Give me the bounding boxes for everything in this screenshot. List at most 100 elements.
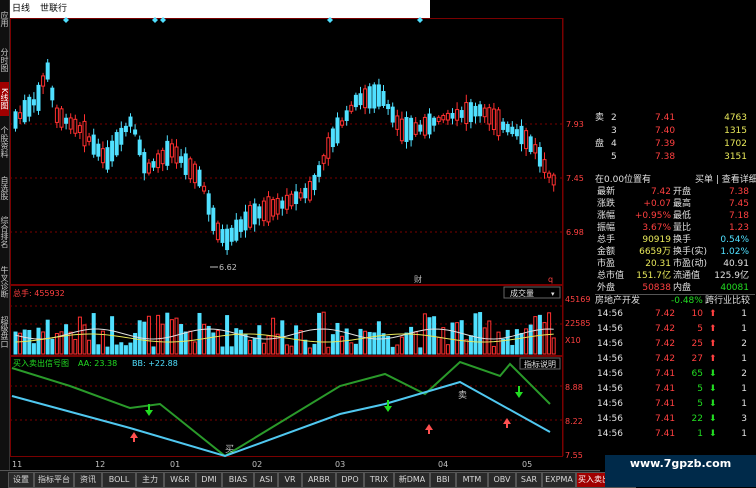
orderbook-volume: 3151 [724, 152, 747, 162]
buy-arrow [130, 432, 138, 438]
tick-count: 1 [741, 429, 747, 439]
volume-dropdown[interactable]: 成交量 ▾ [503, 286, 561, 299]
volume-bar [386, 335, 391, 355]
candlestick-series [13, 59, 556, 255]
tick-row: 14:56 7.42 10 ⬆ 1 [593, 308, 753, 321]
candle-body [174, 146, 179, 164]
indicator-tab[interactable]: DPO [336, 472, 364, 488]
indicator-tab[interactable]: ARBR [302, 472, 336, 488]
indicator-tab[interactable]: SAR [516, 472, 542, 488]
volume-bar [45, 319, 50, 355]
volume-bar [473, 313, 478, 355]
candle-body [533, 144, 538, 154]
candle-body [50, 87, 55, 101]
indicator-tab[interactable]: OBV [488, 472, 516, 488]
candle-body [234, 219, 239, 241]
tick-volume: 65 [691, 369, 703, 379]
indicator-tab[interactable]: W&R [164, 472, 196, 488]
volume-bar [215, 330, 220, 355]
nav-stock-info[interactable]: 个股资料 [0, 118, 9, 166]
industry-row: 房地产开发 -0.48% 跨行业比较 [595, 294, 755, 308]
nav-diagnosis[interactable]: 牛叉诊断 [0, 258, 9, 306]
orderbook-row[interactable]: 4 7.39 1702 [593, 138, 753, 151]
orderbook-volume: 1315 [724, 126, 747, 136]
x-tick: 04 [438, 460, 448, 469]
volume-bar [335, 322, 340, 355]
volume-bar [211, 332, 216, 355]
candle-body [165, 140, 170, 166]
financial-marker[interactable]: 财 [414, 274, 422, 284]
indicator-help-button[interactable]: 指标说明 [519, 357, 561, 370]
volume-bar [105, 346, 110, 355]
candle-body [482, 107, 487, 118]
candle-body [294, 191, 299, 205]
tick-count: 2 [741, 369, 747, 379]
nav-watchlist[interactable]: 自选股 [0, 170, 9, 206]
chart-area[interactable]: 买 卖 6.62 财 q 7.93 7.45 6.98 总手: 455932 成… [10, 0, 593, 470]
candle-body [501, 121, 506, 130]
event-diamond-icon [63, 17, 69, 23]
volume-bar [510, 344, 515, 355]
x-tick: 03 [335, 460, 345, 469]
event-markers [63, 17, 423, 23]
orderbook-row[interactable]: 3 7.40 1315 [593, 125, 753, 138]
industry-compare-link[interactable]: 跨行业比较 [705, 295, 750, 308]
candle-body [445, 112, 450, 121]
candle-body [326, 137, 331, 159]
indicator-tab[interactable]: BBI [430, 472, 456, 488]
orderbook-volume: 4763 [724, 113, 747, 123]
indicator-tab[interactable]: BOLL [102, 472, 136, 488]
nav-ranking[interactable]: 综合排名 [0, 208, 9, 256]
indicator-tab[interactable]: DMI [196, 472, 222, 488]
tick-time: 14:56 [597, 324, 623, 334]
indicator-tab[interactable]: VR [278, 472, 302, 488]
tick-volume: 27 [691, 354, 703, 364]
volume-bar [146, 315, 151, 355]
volume-bar [114, 344, 119, 355]
indicator-tab[interactable]: MTM [456, 472, 488, 488]
candle-body [298, 192, 303, 199]
indicator-tab[interactable]: EXPMA [542, 472, 576, 488]
volume-bar [27, 329, 32, 355]
volume-bar [317, 312, 322, 355]
indicator-tab[interactable]: 指标平台 [34, 472, 74, 488]
orderbook-level: 2 [611, 113, 617, 123]
volume-bar [298, 330, 303, 355]
orderbook-row[interactable]: 5 7.38 3151 [593, 151, 753, 164]
volume-bar [326, 346, 331, 355]
volume-bar [491, 345, 496, 355]
orderbook-row[interactable]: 2 7.41 4763 [593, 112, 753, 125]
indicator-tab[interactable]: ASI [254, 472, 278, 488]
q-marker[interactable]: q [548, 275, 553, 284]
tick-price: 7.41 [655, 414, 676, 424]
indicator-tab[interactable]: TRIX [364, 472, 394, 488]
nav-intraday[interactable]: 分时图 [0, 40, 9, 80]
site-watermark: www.7gpzb.com [605, 455, 756, 487]
x-axis: 11 12 01 02 03 04 05 [12, 460, 532, 469]
tick-price: 7.41 [655, 399, 676, 409]
indicator-tab[interactable]: 资讯 [74, 472, 102, 488]
volume-bar [174, 317, 179, 355]
volume-bar [413, 331, 418, 355]
volume-bar [395, 344, 400, 355]
indicator-tab[interactable]: BIAS [222, 472, 254, 488]
nav-kline[interactable]: K线图 [0, 82, 9, 116]
price-tick: 7.93 [566, 120, 584, 129]
candle-body [243, 211, 248, 231]
candle-body [353, 94, 358, 108]
candle-body [31, 99, 36, 106]
tick-price: 7.41 [655, 384, 676, 394]
indicator-tab[interactable]: 主力 [136, 472, 164, 488]
volume-bar [533, 316, 538, 355]
nav-app[interactable]: 应用 [0, 2, 9, 36]
indicator-tab[interactable]: 新DMA [394, 472, 430, 488]
nav-super-orderbook[interactable]: 超级盘口 [0, 308, 9, 356]
arrow-up-icon: ⬆ [709, 309, 717, 319]
chart-grid [10, 18, 564, 457]
volume-bar [50, 338, 55, 355]
tick-price: 7.41 [655, 429, 676, 439]
candle-body [169, 143, 174, 158]
volume-bar [468, 335, 473, 355]
arrow-up-icon: ⬆ [709, 354, 717, 364]
indicator-tab[interactable]: 设置 [8, 472, 34, 488]
